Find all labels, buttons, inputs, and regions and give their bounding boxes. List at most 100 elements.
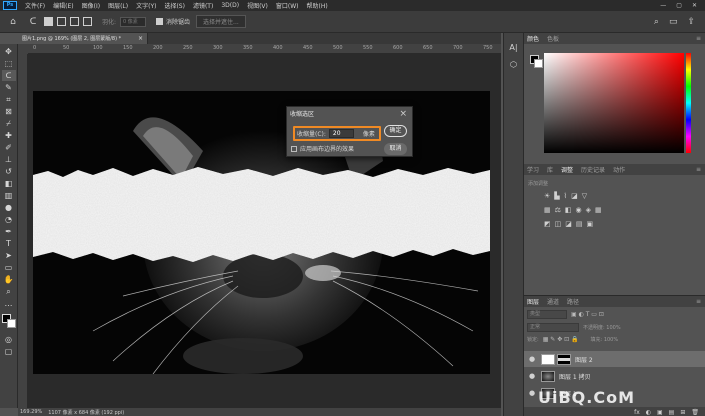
color-balance-icon[interactable]: ⚖ [555,206,561,214]
panel-menu-icon[interactable]: ≡ [696,298,701,305]
close-icon[interactable]: × [399,109,407,119]
path-select-tool-icon[interactable]: ➤ [2,250,16,261]
frame-tool-icon[interactable]: ⊠ [2,106,16,117]
document-info[interactable]: 1107 像素 x 684 像素 (192 ppi) [48,409,124,416]
horizontal-ruler[interactable]: 0 50 100 150 200 250 300 350 400 450 500… [28,44,501,54]
blend-mode-select[interactable]: 正常 [527,323,579,332]
tab-swatches[interactable]: 色板 [547,34,559,43]
add-mask-icon[interactable]: ▣ [657,409,663,416]
select-and-mask-button[interactable]: 选择并遮住... [196,15,246,28]
panel-menu-icon[interactable]: ≡ [696,166,701,173]
ok-button[interactable]: 确定 [384,125,407,137]
opacity-field[interactable]: 不透明度: 100% [583,324,621,331]
tab-color[interactable]: 颜色 [527,34,539,43]
selective-color-icon[interactable]: ▣ [587,220,594,228]
new-layer-icon[interactable]: ⊞ [680,409,685,416]
zoom-level[interactable]: 169.29% [20,409,42,415]
dodge-tool-icon[interactable]: ◔ [2,214,16,225]
eraser-tool-icon[interactable]: ◧ [2,178,16,189]
more-tools-icon[interactable]: … [2,298,16,309]
menu-select[interactable]: 选择(S) [160,1,189,10]
tab-paths[interactable]: 路径 [567,297,579,306]
hue-saturation-icon[interactable]: ▦ [544,206,551,214]
levels-icon[interactable]: ▙ [554,192,559,200]
canvas-bounds-checkbox[interactable] [291,145,297,152]
exposure-icon[interactable]: ◪ [571,192,578,200]
layer-row[interactable]: ● 图层 2 [524,351,705,367]
hand-tool-icon[interactable]: ✋ [2,274,16,285]
3d-panel-icon[interactable]: ⬡ [510,60,517,69]
curves-icon[interactable]: ⌇ [564,192,567,200]
tab-history[interactable]: 历史记录 [581,165,605,174]
layer-kind-filter[interactable]: 类型 [527,310,567,319]
layer-name[interactable]: 图层 2 [575,355,593,364]
menu-view[interactable]: 视图(V) [243,1,272,10]
background-color-swatch[interactable] [534,59,543,68]
crop-tool-icon[interactable]: ⌗ [2,94,16,105]
hue-slider[interactable] [686,53,691,153]
fill-field[interactable]: 填充: 100% [591,336,619,343]
tab-layers[interactable]: 图层 [527,297,539,306]
layer-name[interactable]: 图层 1 拷贝 [559,372,591,381]
new-selection-icon[interactable] [44,17,53,26]
menu-image[interactable]: 图像(I) [78,1,104,10]
close-window-button[interactable]: ✕ [692,2,697,9]
tab-channels[interactable]: 通道 [547,297,559,306]
screen-mode-icon[interactable]: ▢ [2,346,16,357]
maximize-button[interactable]: ▢ [676,2,682,9]
posterize-icon[interactable]: ◫ [555,220,562,228]
move-tool-icon[interactable]: ✥ [2,46,16,57]
share-icon[interactable]: ⇪ [687,17,695,27]
gradient-tool-icon[interactable]: ▥ [2,190,16,201]
tab-libraries[interactable]: 库 [547,165,553,174]
menu-help[interactable]: 帮助(H) [303,1,332,10]
subtract-selection-icon[interactable] [70,17,79,26]
layer-mask-thumbnail[interactable] [557,353,571,365]
menu-type[interactable]: 文字(Y) [132,1,160,10]
intersect-selection-icon[interactable] [83,17,92,26]
lock-icons[interactable]: ▦ ✎ ✥ ⊡ 🔒 [543,336,579,343]
quick-mask-icon[interactable]: ◎ [2,334,16,345]
history-brush-icon[interactable]: ↺ [2,166,16,177]
layer-row[interactable]: ● 图层 1 拷贝 [524,368,705,384]
menu-filter[interactable]: 滤镜(T) [189,1,217,10]
color-swatches[interactable] [1,314,16,328]
workspace-icon[interactable]: ▭ [669,17,678,27]
color-field[interactable] [544,53,684,153]
close-icon[interactable]: × [138,35,143,42]
menu-layer[interactable]: 图层(L) [104,1,132,10]
blur-tool-icon[interactable]: ● [2,202,16,213]
tab-adjustments[interactable]: 调整 [561,165,573,174]
feather-input[interactable]: 0 像素 [120,16,147,27]
tab-actions[interactable]: 动作 [613,165,625,174]
brightness-icon[interactable]: ☀ [544,192,550,200]
black-white-icon[interactable]: ◧ [565,206,572,214]
vibrance-icon[interactable]: ▽ [582,192,587,200]
home-icon[interactable]: ⌂ [6,15,20,29]
document-canvas[interactable] [33,91,490,374]
dialog-titlebar[interactable]: 收缩选区 × [287,107,412,120]
adjustment-layer-icon[interactable]: ◐ [646,409,651,416]
character-panel-icon[interactable]: A| [509,43,517,52]
channel-mixer-icon[interactable]: ◈ [586,206,591,214]
photo-filter-icon[interactable]: ◉ [576,206,582,214]
healing-brush-icon[interactable]: ✚ [2,130,16,141]
eyedropper-tool-icon[interactable]: ⌿ [2,118,16,129]
document-tab[interactable]: 图片1.png @ 169% (图层 2, 图层蒙版/8) * × [18,33,148,44]
lasso-tool-icon[interactable]: ᑕ [26,15,40,29]
visibility-eye-icon[interactable]: ● [527,372,537,380]
contract-amount-input[interactable]: 20 [328,129,354,138]
menu-3d[interactable]: 3D(D) [217,2,243,9]
tab-learn[interactable]: 学习 [527,165,539,174]
pen-tool-icon[interactable]: ✒ [2,226,16,237]
add-selection-icon[interactable] [57,17,66,26]
menu-edit[interactable]: 编辑(E) [49,1,77,10]
invert-icon[interactable]: ◩ [544,220,551,228]
background-color-swatch[interactable] [6,319,16,328]
new-group-icon[interactable]: ▤ [669,409,675,416]
clone-stamp-icon[interactable]: ⊥ [2,154,16,165]
rectangle-tool-icon[interactable]: ▭ [2,262,16,273]
zoom-tool-icon[interactable]: ⌕ [2,286,16,297]
menu-file[interactable]: 文件(F) [21,1,49,10]
vertical-ruler[interactable] [18,54,28,408]
